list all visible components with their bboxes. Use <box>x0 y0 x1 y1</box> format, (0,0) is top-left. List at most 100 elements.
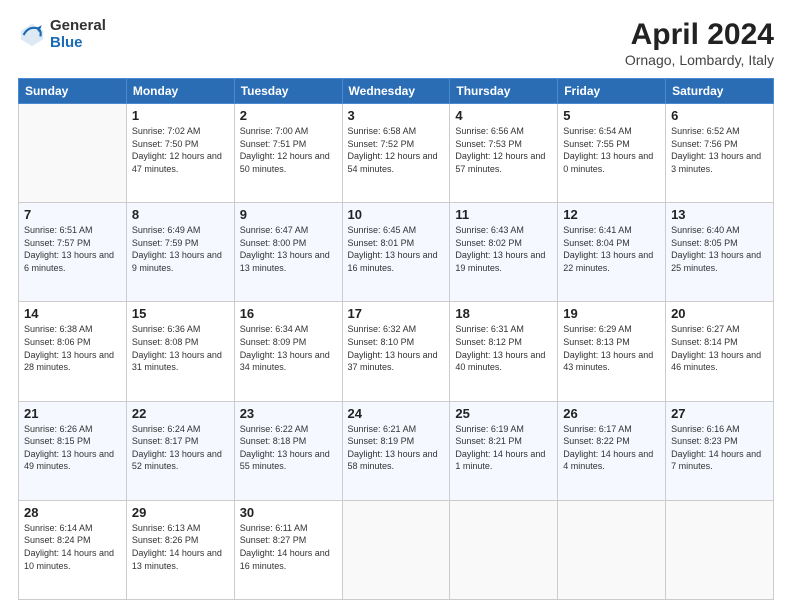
calendar-table: SundayMondayTuesdayWednesdayThursdayFrid… <box>18 78 774 600</box>
calendar-cell: 21 Sunrise: 6:26 AM Sunset: 8:15 PM Dayli… <box>19 401 127 500</box>
calendar-cell: 23 Sunrise: 6:22 AM Sunset: 8:18 PM Dayli… <box>234 401 342 500</box>
calendar-cell: 6Sunrise: 6:52 AM Sunset: 7:56 PM Daylig… <box>666 104 774 203</box>
day-info: Sunrise: 6:32 AM Sunset: 8:10 PM Dayligh… <box>348 323 445 373</box>
calendar-cell <box>342 500 450 599</box>
title-area: April 2024 Ornago, Lombardy, Italy <box>625 18 774 68</box>
day-number: 17 <box>348 306 445 321</box>
day-number: 20 <box>671 306 768 321</box>
day-info: Sunrise: 6:52 AM Sunset: 7:56 PM Dayligh… <box>671 125 768 175</box>
header: General Blue April 2024 Ornago, Lombardy… <box>18 18 774 68</box>
weekday-thursday: Thursday <box>450 79 558 104</box>
day-number: 24 <box>348 406 445 421</box>
day-number: 11 <box>455 207 552 222</box>
weekday-saturday: Saturday <box>666 79 774 104</box>
calendar-cell: 7 Sunrise: 6:51 AM Sunset: 7:57 PM Daylig… <box>19 203 127 302</box>
logo-blue: Blue <box>50 35 106 52</box>
week-row-4: 21 Sunrise: 6:26 AM Sunset: 8:15 PM Dayli… <box>19 401 774 500</box>
day-number: 19 <box>563 306 660 321</box>
day-number: 2 <box>240 108 337 123</box>
week-row-3: 14 Sunrise: 6:38 AM Sunset: 8:06 PM Dayli… <box>19 302 774 401</box>
calendar-cell <box>558 500 666 599</box>
day-info: Sunrise: 6:14 AM Sunset: 8:24 PM Dayligh… <box>24 522 121 572</box>
day-number: 12 <box>563 207 660 222</box>
logo-icon <box>18 21 46 49</box>
day-number: 23 <box>240 406 337 421</box>
calendar-cell: 28 Sunrise: 6:14 AM Sunset: 8:24 PM Dayli… <box>19 500 127 599</box>
day-number: 28 <box>24 505 121 520</box>
calendar-cell: 30 Sunrise: 6:11 AM Sunset: 8:27 PM Dayli… <box>234 500 342 599</box>
day-number: 29 <box>132 505 229 520</box>
calendar-cell <box>19 104 127 203</box>
day-info: Sunrise: 6:47 AM Sunset: 8:00 PM Dayligh… <box>240 224 337 274</box>
calendar-cell: 12Sunrise: 6:41 AM Sunset: 8:04 PM Dayli… <box>558 203 666 302</box>
calendar-cell: 2Sunrise: 7:00 AM Sunset: 7:51 PM Daylig… <box>234 104 342 203</box>
calendar-cell: 4 Sunrise: 6:56 AM Sunset: 7:53 PM Daylig… <box>450 104 558 203</box>
week-row-5: 28 Sunrise: 6:14 AM Sunset: 8:24 PM Dayli… <box>19 500 774 599</box>
weekday-monday: Monday <box>126 79 234 104</box>
day-info: Sunrise: 6:22 AM Sunset: 8:18 PM Dayligh… <box>240 423 337 473</box>
weekday-tuesday: Tuesday <box>234 79 342 104</box>
day-number: 3 <box>348 108 445 123</box>
day-number: 1 <box>132 108 229 123</box>
day-info: Sunrise: 6:26 AM Sunset: 8:15 PM Dayligh… <box>24 423 121 473</box>
day-info: Sunrise: 6:51 AM Sunset: 7:57 PM Dayligh… <box>24 224 121 274</box>
calendar-cell: 18Sunrise: 6:31 AM Sunset: 8:12 PM Dayli… <box>450 302 558 401</box>
day-info: Sunrise: 6:56 AM Sunset: 7:53 PM Dayligh… <box>455 125 552 175</box>
calendar-cell: 14 Sunrise: 6:38 AM Sunset: 8:06 PM Dayli… <box>19 302 127 401</box>
day-info: Sunrise: 6:21 AM Sunset: 8:19 PM Dayligh… <box>348 423 445 473</box>
day-number: 4 <box>455 108 552 123</box>
calendar-cell: 24 Sunrise: 6:21 AM Sunset: 8:19 PM Dayli… <box>342 401 450 500</box>
day-number: 30 <box>240 505 337 520</box>
day-info: Sunrise: 6:27 AM Sunset: 8:14 PM Dayligh… <box>671 323 768 373</box>
day-info: Sunrise: 6:54 AM Sunset: 7:55 PM Dayligh… <box>563 125 660 175</box>
day-number: 18 <box>455 306 552 321</box>
day-info: Sunrise: 6:16 AM Sunset: 8:23 PM Dayligh… <box>671 423 768 473</box>
weekday-friday: Friday <box>558 79 666 104</box>
calendar-cell: 9 Sunrise: 6:47 AM Sunset: 8:00 PM Daylig… <box>234 203 342 302</box>
day-number: 26 <box>563 406 660 421</box>
calendar-cell: 20 Sunrise: 6:27 AM Sunset: 8:14 PM Dayli… <box>666 302 774 401</box>
day-info: Sunrise: 6:40 AM Sunset: 8:05 PM Dayligh… <box>671 224 768 274</box>
day-number: 25 <box>455 406 552 421</box>
calendar-cell: 13 Sunrise: 6:40 AM Sunset: 8:05 PM Dayli… <box>666 203 774 302</box>
day-info: Sunrise: 6:43 AM Sunset: 8:02 PM Dayligh… <box>455 224 552 274</box>
day-info: Sunrise: 6:38 AM Sunset: 8:06 PM Dayligh… <box>24 323 121 373</box>
calendar-cell <box>666 500 774 599</box>
main-title: April 2024 <box>625 18 774 52</box>
day-number: 9 <box>240 207 337 222</box>
weekday-wednesday: Wednesday <box>342 79 450 104</box>
day-number: 10 <box>348 207 445 222</box>
page: General Blue April 2024 Ornago, Lombardy… <box>0 0 792 612</box>
day-info: Sunrise: 6:17 AM Sunset: 8:22 PM Dayligh… <box>563 423 660 473</box>
calendar-cell: 1Sunrise: 7:02 AM Sunset: 7:50 PM Daylig… <box>126 104 234 203</box>
day-number: 8 <box>132 207 229 222</box>
day-number: 15 <box>132 306 229 321</box>
logo: General Blue <box>18 18 106 51</box>
day-info: Sunrise: 6:45 AM Sunset: 8:01 PM Dayligh… <box>348 224 445 274</box>
day-number: 13 <box>671 207 768 222</box>
logo-general: General <box>50 18 106 35</box>
day-info: Sunrise: 6:19 AM Sunset: 8:21 PM Dayligh… <box>455 423 552 473</box>
day-number: 16 <box>240 306 337 321</box>
calendar-cell: 15 Sunrise: 6:36 AM Sunset: 8:08 PM Dayli… <box>126 302 234 401</box>
day-info: Sunrise: 6:29 AM Sunset: 8:13 PM Dayligh… <box>563 323 660 373</box>
day-number: 22 <box>132 406 229 421</box>
calendar-cell: 10 Sunrise: 6:45 AM Sunset: 8:01 PM Dayli… <box>342 203 450 302</box>
day-number: 27 <box>671 406 768 421</box>
calendar-cell <box>450 500 558 599</box>
logo-text: General Blue <box>50 18 106 51</box>
calendar-cell: 5Sunrise: 6:54 AM Sunset: 7:55 PM Daylig… <box>558 104 666 203</box>
calendar-cell: 19 Sunrise: 6:29 AM Sunset: 8:13 PM Dayli… <box>558 302 666 401</box>
calendar-cell: 3 Sunrise: 6:58 AM Sunset: 7:52 PM Daylig… <box>342 104 450 203</box>
calendar-cell: 11 Sunrise: 6:43 AM Sunset: 8:02 PM Dayli… <box>450 203 558 302</box>
day-info: Sunrise: 6:58 AM Sunset: 7:52 PM Dayligh… <box>348 125 445 175</box>
day-number: 7 <box>24 207 121 222</box>
day-info: Sunrise: 6:36 AM Sunset: 8:08 PM Dayligh… <box>132 323 229 373</box>
week-row-2: 7 Sunrise: 6:51 AM Sunset: 7:57 PM Daylig… <box>19 203 774 302</box>
calendar-cell: 26 Sunrise: 6:17 AM Sunset: 8:22 PM Dayli… <box>558 401 666 500</box>
day-number: 14 <box>24 306 121 321</box>
day-number: 21 <box>24 406 121 421</box>
weekday-sunday: Sunday <box>19 79 127 104</box>
weekday-header-row: SundayMondayTuesdayWednesdayThursdayFrid… <box>19 79 774 104</box>
day-info: Sunrise: 6:11 AM Sunset: 8:27 PM Dayligh… <box>240 522 337 572</box>
